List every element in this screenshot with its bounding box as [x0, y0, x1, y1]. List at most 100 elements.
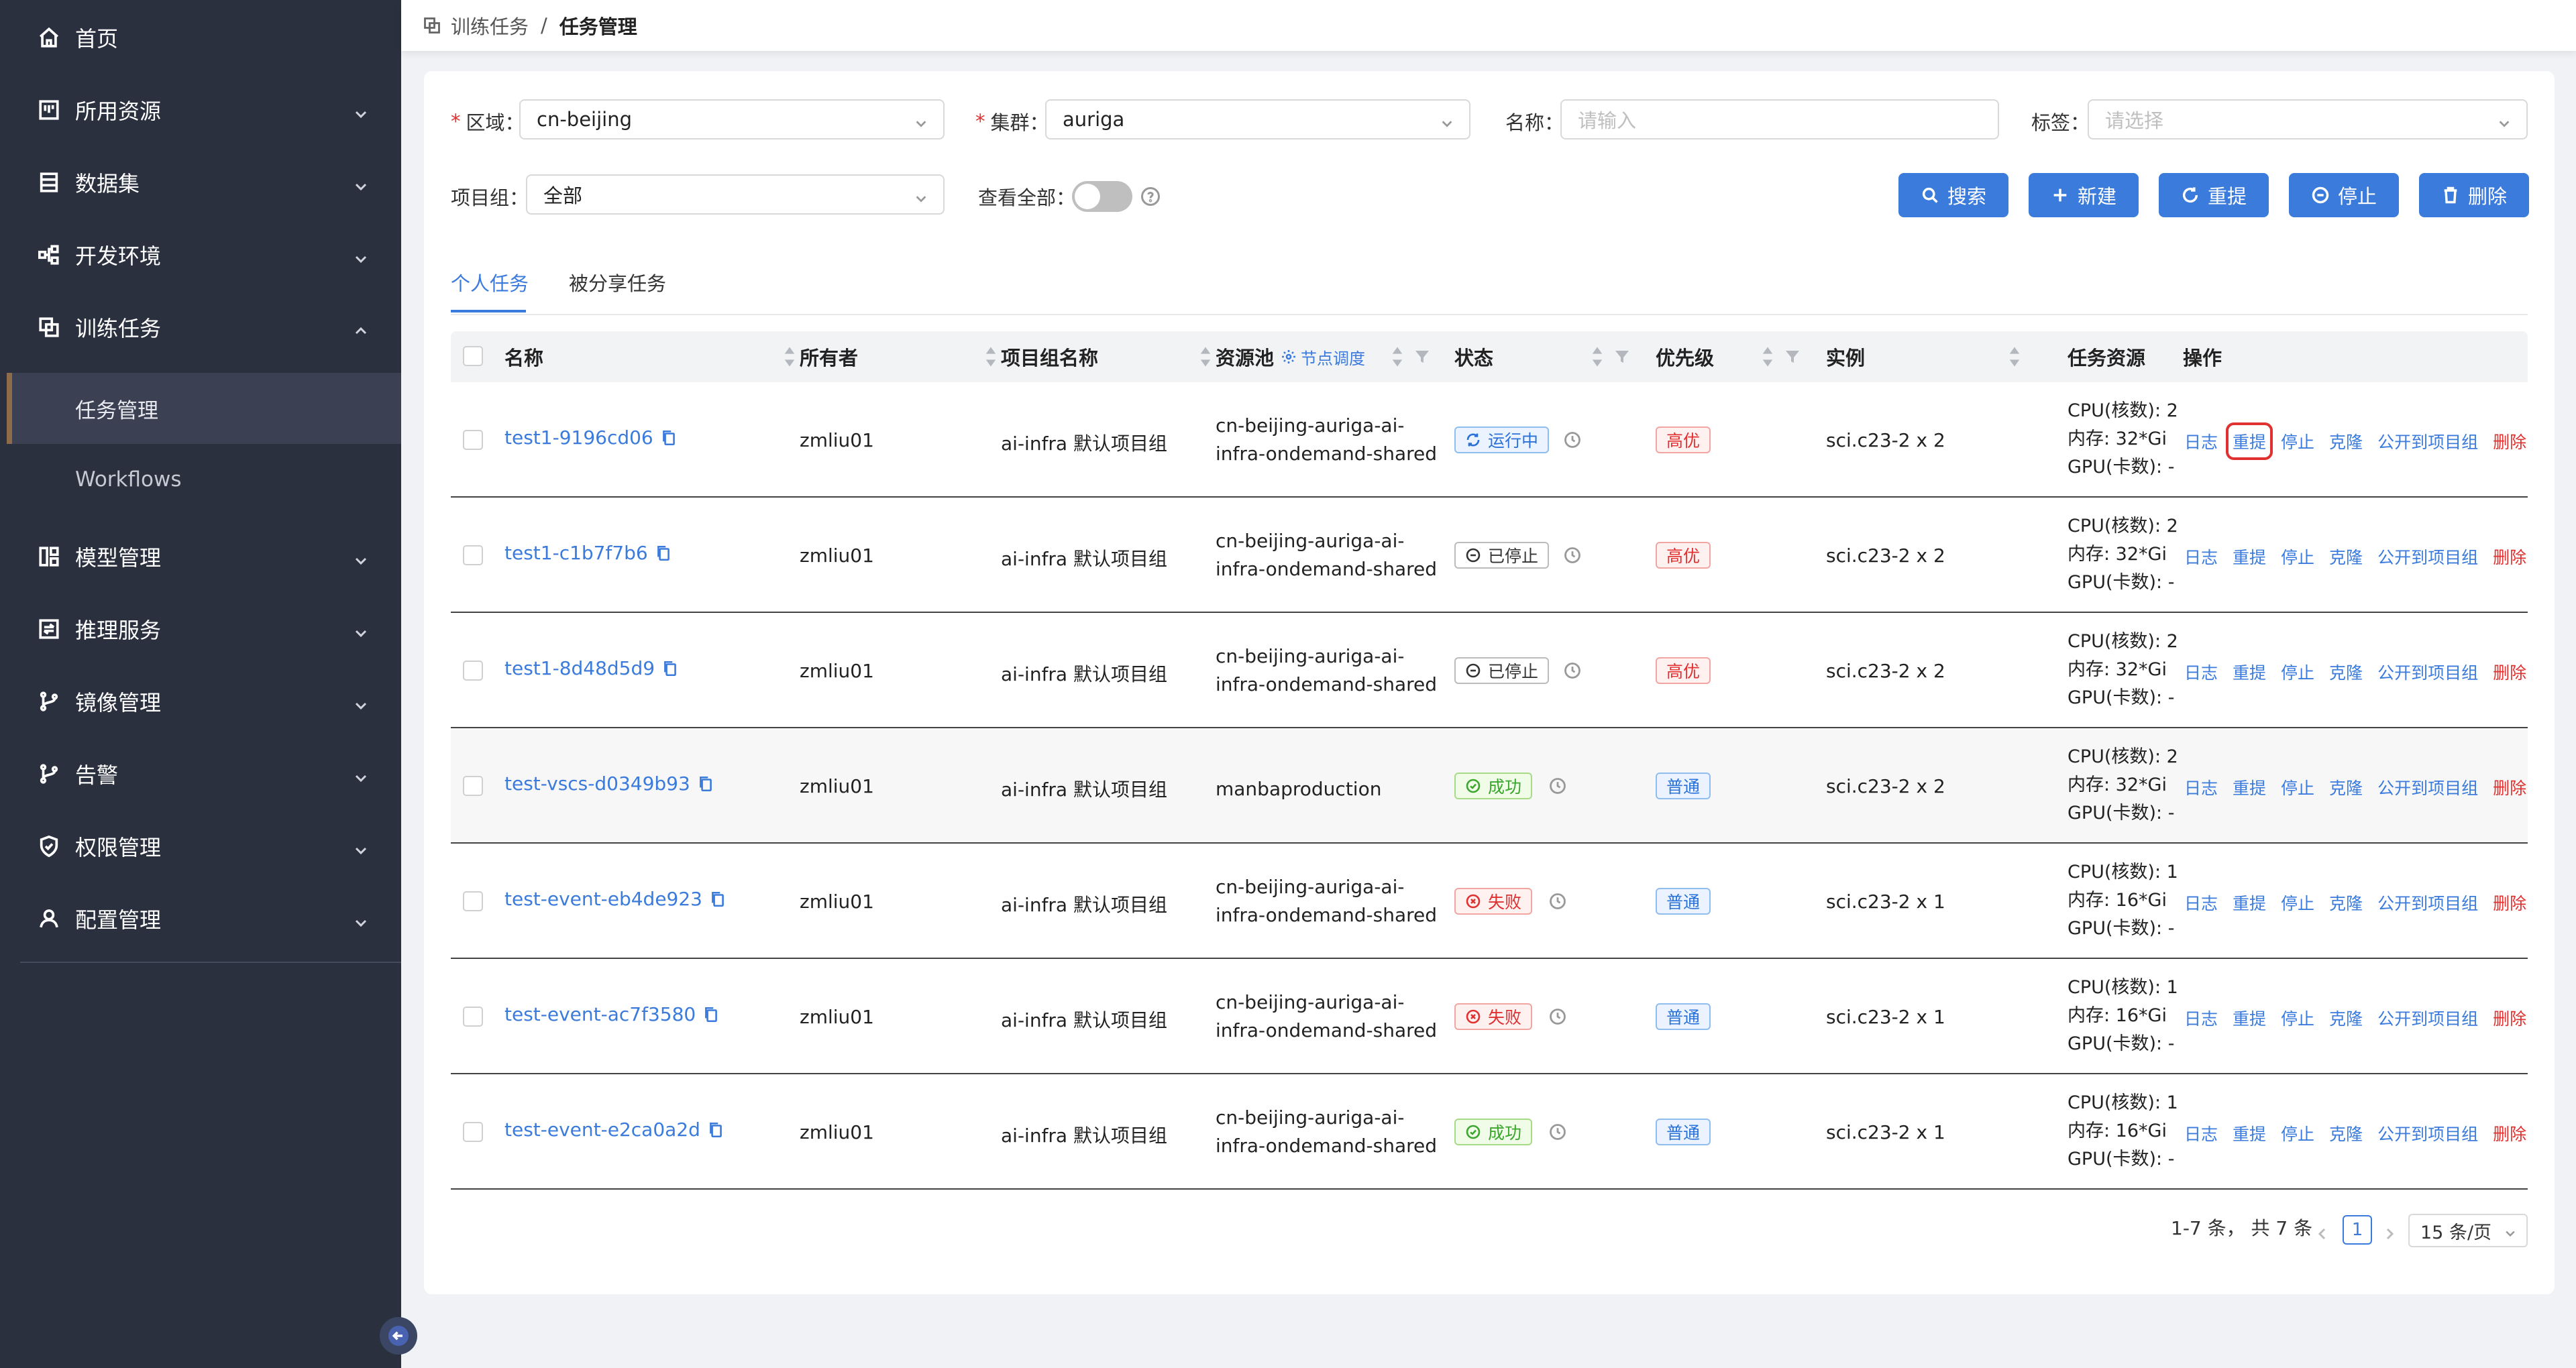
row-checkbox[interactable] — [463, 545, 483, 565]
cluster-select[interactable]: auriga — [1045, 99, 1470, 139]
name-input[interactable]: 请输入 — [1560, 99, 1999, 139]
row-stop-link[interactable]: 停止 — [2281, 1121, 2314, 1145]
row-log-link[interactable]: 日志 — [2184, 1121, 2218, 1145]
sidebar-collapse-button[interactable] — [380, 1317, 417, 1355]
filter-icon[interactable] — [1784, 349, 1801, 365]
task-name-link[interactable]: test-event-e2ca0a2d — [504, 1119, 700, 1141]
delete-button[interactable]: 删除 — [2419, 173, 2529, 217]
tab-personal-tasks[interactable]: 个人任务 — [451, 268, 529, 296]
row-log-link[interactable]: 日志 — [2184, 775, 2218, 799]
row-delete-link[interactable]: 删除 — [2493, 1006, 2526, 1030]
region-select[interactable]: cn-beijing — [519, 99, 945, 139]
resubmit-button[interactable]: 重提 — [2159, 173, 2269, 217]
menu-item-alert[interactable]: 告警 — [0, 738, 401, 810]
task-name-link[interactable]: test1-c1b7f7b6 — [504, 542, 648, 564]
row-clone-link[interactable]: 克隆 — [2329, 660, 2363, 684]
row-checkbox[interactable] — [463, 430, 483, 450]
clock-icon[interactable] — [1548, 1123, 1567, 1141]
row-stop-link[interactable]: 停止 — [2281, 545, 2314, 569]
row-resubmit-link[interactable]: 重提 — [2233, 1121, 2266, 1145]
row-delete-link[interactable]: 删除 — [2493, 775, 2526, 799]
row-checkbox[interactable] — [463, 1122, 483, 1142]
row-delete-link[interactable]: 删除 — [2493, 429, 2526, 453]
row-clone-link[interactable]: 克隆 — [2329, 891, 2363, 915]
task-name-link[interactable]: test1-8d48d5d9 — [504, 657, 655, 679]
project-select[interactable]: 全部 — [526, 174, 945, 215]
copy-icon[interactable] — [655, 544, 672, 563]
clock-icon[interactable] — [1563, 661, 1582, 680]
copy-icon[interactable] — [697, 775, 714, 793]
sort-icon[interactable] — [1762, 346, 1774, 367]
chevron-right-icon[interactable] — [2381, 1226, 2398, 1242]
row-publish-link[interactable]: 公开到项目组 — [2377, 891, 2478, 915]
sort-icon[interactable] — [1591, 346, 1603, 367]
row-resubmit-link[interactable]: 重提 — [2233, 1006, 2266, 1030]
menu-item-training[interactable]: 训练任务 — [0, 291, 401, 363]
row-log-link[interactable]: 日志 — [2184, 1006, 2218, 1030]
menu-item-dev-env[interactable]: 开发环境 — [0, 219, 401, 291]
row-delete-link[interactable]: 删除 — [2493, 1121, 2526, 1145]
task-name-link[interactable]: test1-9196cd06 — [504, 426, 653, 449]
row-publish-link[interactable]: 公开到项目组 — [2377, 545, 2478, 569]
clock-icon[interactable] — [1548, 777, 1567, 795]
tab-shared-tasks[interactable]: 被分享任务 — [569, 268, 666, 296]
row-stop-link[interactable]: 停止 — [2281, 775, 2314, 799]
row-checkbox[interactable] — [463, 776, 483, 796]
copy-icon[interactable] — [660, 429, 678, 447]
row-publish-link[interactable]: 公开到项目组 — [2377, 660, 2478, 684]
submenu-item-task-management[interactable]: 任务管理 — [7, 373, 401, 444]
menu-item-config[interactable]: 配置管理 — [0, 882, 401, 955]
row-resubmit-link[interactable]: 重提 — [2233, 660, 2266, 684]
help-icon[interactable] — [1140, 186, 1161, 207]
sort-icon[interactable] — [784, 346, 796, 367]
row-log-link[interactable]: 日志 — [2184, 545, 2218, 569]
stop-button[interactable]: 停止 — [2289, 173, 2399, 217]
row-log-link[interactable]: 日志 — [2184, 429, 2218, 453]
tag-select[interactable]: 请选择 — [2088, 99, 2528, 139]
filter-icon[interactable] — [1614, 349, 1630, 365]
sort-icon[interactable] — [2008, 346, 2021, 367]
page-size-select[interactable]: 15 条/页 — [2408, 1214, 2528, 1247]
clock-icon[interactable] — [1548, 1007, 1567, 1026]
row-clone-link[interactable]: 克隆 — [2329, 1121, 2363, 1145]
menu-item-home[interactable]: 首页 — [0, 1, 401, 74]
task-name-link[interactable]: test-event-eb4de923 — [504, 888, 702, 910]
menu-item-model[interactable]: 模型管理 — [0, 520, 401, 593]
view-all-toggle[interactable] — [1072, 181, 1132, 212]
menu-item-permission[interactable]: 权限管理 — [0, 810, 401, 882]
row-resubmit-link[interactable]: 重提 — [2233, 775, 2266, 799]
clock-icon[interactable] — [1563, 546, 1582, 565]
row-clone-link[interactable]: 克隆 — [2329, 429, 2363, 453]
clock-icon[interactable] — [1563, 431, 1582, 449]
sort-icon[interactable] — [1199, 346, 1212, 367]
row-resubmit-link[interactable]: 重提 — [2233, 891, 2266, 915]
row-delete-link[interactable]: 删除 — [2493, 660, 2526, 684]
select-all-checkbox[interactable] — [463, 346, 483, 366]
row-log-link[interactable]: 日志 — [2184, 891, 2218, 915]
clock-icon[interactable] — [1548, 892, 1567, 911]
row-stop-link[interactable]: 停止 — [2281, 891, 2314, 915]
copy-icon[interactable] — [661, 659, 679, 678]
row-log-link[interactable]: 日志 — [2184, 660, 2218, 684]
submenu-item-workflows[interactable]: Workflows — [0, 444, 401, 515]
copy-icon[interactable] — [709, 890, 727, 909]
row-stop-link[interactable]: 停止 — [2281, 1006, 2314, 1030]
row-publish-link[interactable]: 公开到项目组 — [2377, 1121, 2478, 1145]
row-clone-link[interactable]: 克隆 — [2329, 545, 2363, 569]
new-button[interactable]: 新建 — [2029, 173, 2139, 217]
breadcrumb-parent[interactable]: 训练任务 — [451, 11, 529, 40]
pagination-page[interactable]: 1 — [2343, 1215, 2372, 1245]
sort-icon[interactable] — [1391, 346, 1403, 367]
task-name-link[interactable]: test-vscs-d0349b93 — [504, 773, 690, 795]
row-resubmit-link[interactable]: 重提 — [2233, 545, 2266, 569]
row-publish-link[interactable]: 公开到项目组 — [2377, 429, 2478, 453]
row-resubmit-link[interactable]: 重提 — [2226, 422, 2273, 460]
search-button[interactable]: 搜索 — [1898, 173, 2008, 217]
row-delete-link[interactable]: 删除 — [2493, 545, 2526, 569]
node-schedule-link[interactable]: 节点调度 — [1281, 345, 1365, 369]
menu-item-dataset[interactable]: 数据集 — [0, 146, 401, 219]
menu-item-image[interactable]: 镜像管理 — [0, 665, 401, 738]
menu-item-resources[interactable]: 所用资源 — [0, 74, 401, 146]
row-delete-link[interactable]: 删除 — [2493, 891, 2526, 915]
sort-icon[interactable] — [985, 346, 997, 367]
